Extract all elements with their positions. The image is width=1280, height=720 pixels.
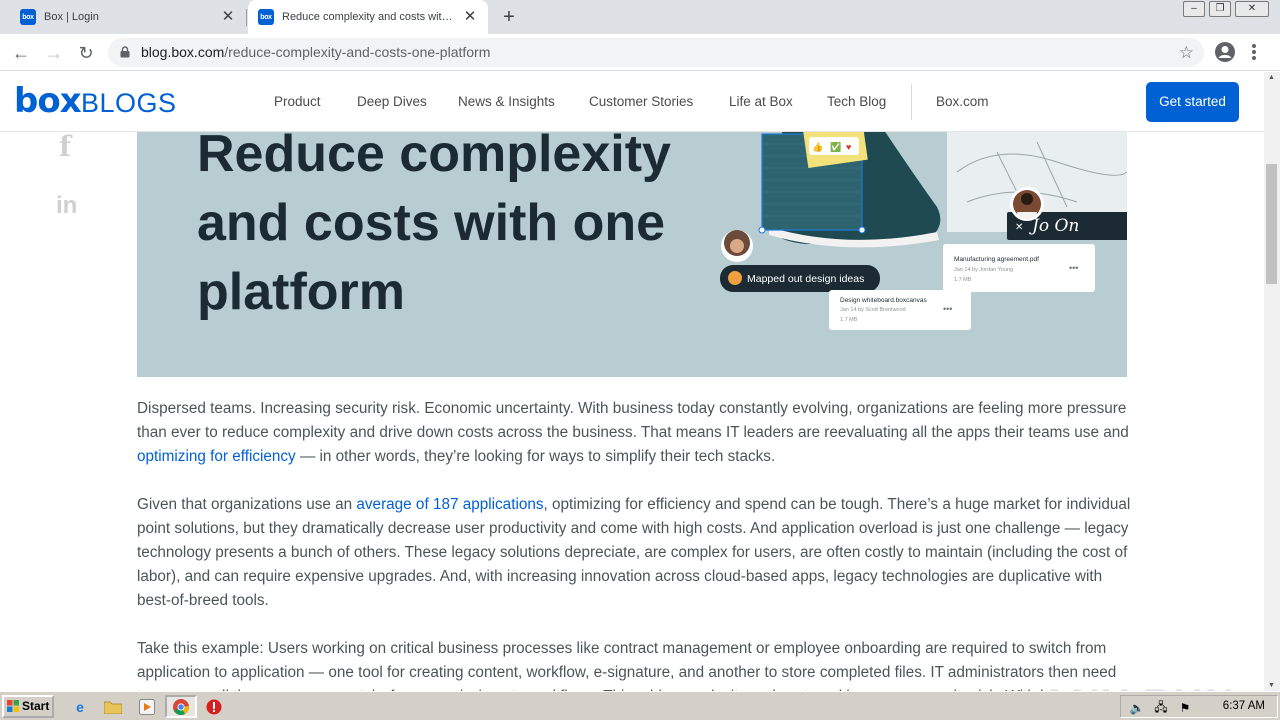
system-tray: 🔈 🖧 ⚑ 6:37 AM bbox=[1120, 695, 1278, 718]
tab-box-login[interactable]: box Box | Login ✕ bbox=[10, 0, 246, 34]
article-paragraph: Given that organizations use an average … bbox=[137, 493, 1131, 613]
volume-icon[interactable]: 🔈 bbox=[1127, 698, 1147, 718]
nav-tech-blog[interactable]: Tech Blog bbox=[827, 94, 886, 109]
media-player-icon[interactable] bbox=[137, 697, 157, 717]
chrome-icon bbox=[173, 699, 189, 715]
hero-title: Reduce complexity and costs with one pla… bbox=[197, 132, 671, 321]
average-187-apps-link[interactable]: average of 187 applications bbox=[356, 496, 543, 513]
box-logo[interactable]: box bbox=[14, 81, 82, 121]
nav-product[interactable]: Product bbox=[274, 94, 321, 109]
nav-deep-dives[interactable]: Deep Dives bbox=[357, 94, 427, 109]
page-scrollbar[interactable]: ▲ ▼ bbox=[1264, 72, 1280, 691]
nav-customer-stories[interactable]: Customer Stories bbox=[589, 94, 693, 109]
blogs-logo-text[interactable]: BLOGS bbox=[81, 88, 177, 119]
url-host: blog.box.com bbox=[141, 44, 225, 60]
clock: 6:37 AM bbox=[1222, 700, 1265, 712]
more-icon: ••• bbox=[1069, 263, 1078, 273]
flag-icon[interactable]: ⚑ bbox=[1175, 698, 1195, 718]
browser-toolbar: ← → ↻ blog.box.com/reduce-complexity-and… bbox=[0, 34, 1280, 71]
box-favicon-icon: box bbox=[258, 9, 274, 25]
svg-text:✅: ✅ bbox=[830, 141, 841, 152]
taskbar: Start e 🔈 🖧 ⚑ 6:37 AM bbox=[0, 691, 1280, 720]
tab-strip: box Box | Login ✕ box Reduce complexity … bbox=[0, 0, 1280, 34]
optimizing-efficiency-link[interactable]: optimizing for efficiency bbox=[137, 448, 296, 465]
start-button[interactable]: Start bbox=[2, 695, 54, 718]
kebab-menu-icon[interactable] bbox=[1251, 43, 1257, 61]
article-paragraph: Take this example: Users working on crit… bbox=[137, 640, 1117, 691]
text-span: — in other words, they’re looking for wa… bbox=[295, 448, 776, 465]
forward-icon[interactable]: → bbox=[42, 41, 66, 65]
tab-title: Box | Login bbox=[44, 11, 99, 23]
start-label: Start bbox=[22, 699, 50, 713]
back-icon[interactable]: ← bbox=[9, 41, 33, 65]
selection-handle bbox=[858, 226, 866, 234]
tab-close-icon[interactable]: ✕ bbox=[220, 9, 236, 25]
file1-size: 1.7 MB bbox=[954, 277, 972, 283]
anyrun-watermark: ANY RUN bbox=[1040, 682, 1236, 691]
scroll-down-icon[interactable]: ▼ bbox=[1268, 682, 1275, 689]
folder-icon[interactable] bbox=[103, 697, 123, 717]
svg-text:✕: ✕ bbox=[1015, 222, 1023, 233]
url-path: /reduce-complexity-and-costs-one-platfor… bbox=[224, 44, 491, 60]
scroll-thumb[interactable] bbox=[1266, 164, 1277, 284]
site-header: box BLOGS Product Deep Dives News & Insi… bbox=[0, 72, 1264, 132]
tab-reduce-complexity[interactable]: box Reduce complexity and costs with one… bbox=[248, 0, 488, 34]
box-favicon-icon: box bbox=[20, 9, 36, 25]
file2-name: Design whiteboard.boxcanvas bbox=[840, 297, 927, 304]
tab-title: Reduce complexity and costs with one pla… bbox=[282, 11, 458, 23]
file2-size: 1.7 MB bbox=[840, 317, 858, 323]
nav-news-insights[interactable]: News & Insights bbox=[458, 94, 555, 109]
page-viewport: box BLOGS Product Deep Dives News & Insi… bbox=[0, 72, 1264, 691]
article-paragraph: Dispersed teams. Increasing security ris… bbox=[137, 397, 1131, 469]
text-span: Dispersed teams. Increasing security ris… bbox=[137, 400, 1129, 441]
selection-handle bbox=[758, 226, 766, 234]
linkedin-icon[interactable]: in bbox=[56, 192, 77, 220]
new-tab-button[interactable]: + bbox=[498, 6, 520, 28]
tab-separator bbox=[246, 9, 247, 26]
svg-text:👍: 👍 bbox=[812, 141, 823, 152]
nav-divider bbox=[911, 84, 912, 120]
article-body: Dispersed teams. Increasing security ris… bbox=[137, 397, 1131, 691]
hero-banner: Reduce complexity and costs with one pla… bbox=[137, 132, 1127, 377]
tab-close-icon[interactable]: ✕ bbox=[462, 9, 478, 25]
signature-text: Jo On bbox=[1029, 216, 1079, 236]
file1-name: Manufacturing agreement.pdf bbox=[954, 256, 1039, 263]
chip-label: Mapped out design ideas bbox=[747, 273, 864, 285]
scroll-up-icon[interactable]: ▲ bbox=[1268, 74, 1275, 81]
file1-meta: Jan 14 by Jordan Young bbox=[954, 267, 1013, 273]
profile-icon[interactable] bbox=[1214, 41, 1236, 63]
text-span: Given that organizations use an bbox=[137, 496, 357, 513]
file2-meta: Jan 14 by Scott Brentwood bbox=[840, 307, 906, 313]
taskbar-chrome-button[interactable] bbox=[165, 695, 197, 718]
facebook-icon[interactable]: f bbox=[59, 130, 71, 163]
nav-life-at-box[interactable]: Life at Box bbox=[729, 94, 793, 109]
bookmark-star-icon[interactable]: ☆ bbox=[1179, 38, 1194, 67]
windows-logo-icon bbox=[7, 700, 19, 712]
internet-explorer-icon[interactable]: e bbox=[70, 697, 90, 717]
get-started-button[interactable]: Get started bbox=[1146, 82, 1239, 122]
window-close-icon[interactable]: ✕ bbox=[1235, 1, 1269, 17]
more-icon: ••• bbox=[943, 304, 952, 314]
stop-icon[interactable] bbox=[204, 697, 224, 717]
minimize-icon[interactable]: – bbox=[1183, 1, 1205, 17]
address-bar[interactable]: blog.box.com/reduce-complexity-and-costs… bbox=[108, 38, 1204, 67]
hero-illustration: 👍 ✅ ♥ Mapped out design ideas Design whi… bbox=[720, 132, 1127, 330]
restore-icon[interactable]: ❐ bbox=[1209, 1, 1231, 17]
lock-icon bbox=[120, 46, 130, 58]
svg-text:♥: ♥ bbox=[846, 142, 851, 152]
reload-icon[interactable]: ↻ bbox=[74, 41, 98, 65]
network-icon[interactable]: 🖧 bbox=[1151, 698, 1171, 718]
url-text: blog.box.com/reduce-complexity-and-costs… bbox=[141, 38, 490, 67]
nav-box-com[interactable]: Box.com bbox=[936, 94, 989, 109]
